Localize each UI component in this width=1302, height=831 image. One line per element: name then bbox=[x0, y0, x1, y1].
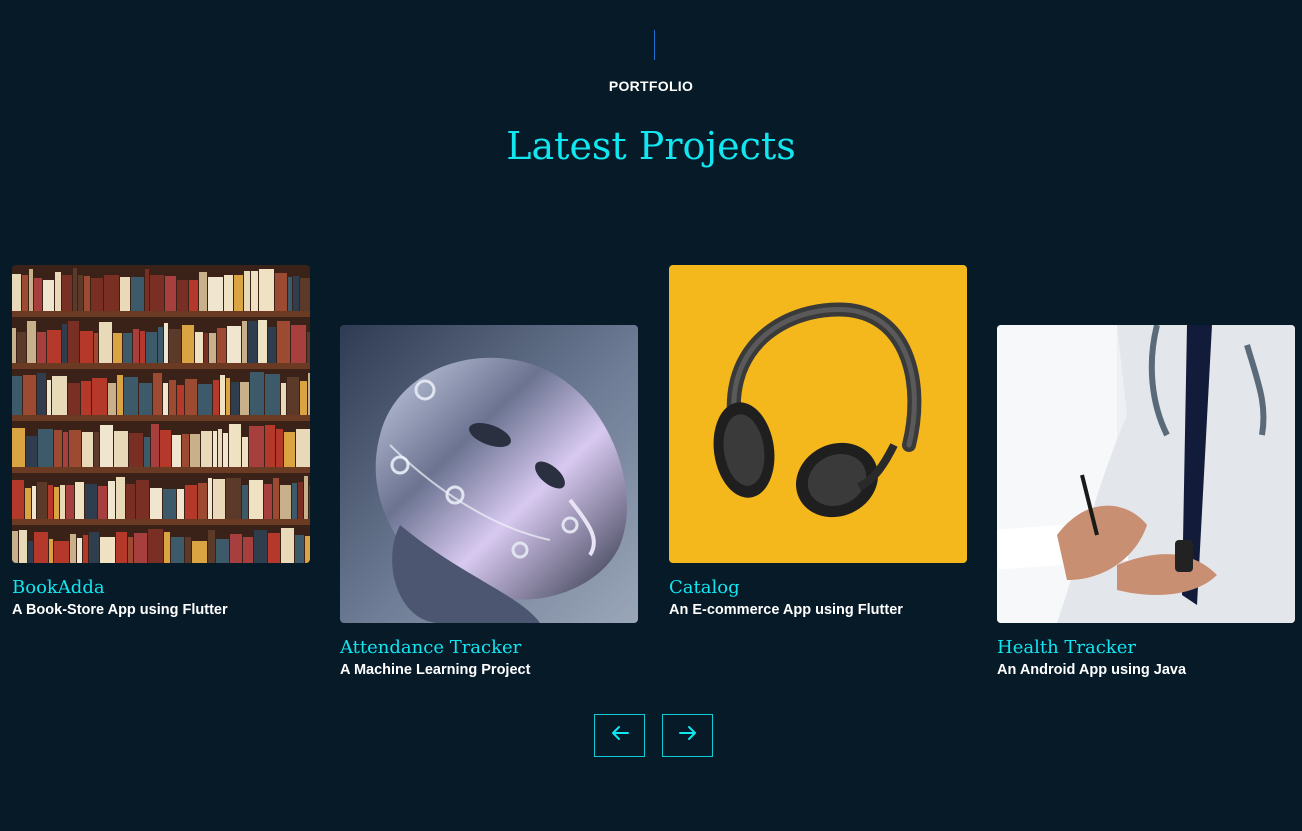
project-image-bookshelf[interactable] bbox=[12, 265, 310, 563]
project-image-headphones[interactable] bbox=[669, 265, 967, 563]
arrow-right-icon bbox=[678, 725, 697, 746]
project-title[interactable]: Attendance Tracker bbox=[340, 637, 638, 659]
section-title: Latest Projects bbox=[506, 124, 796, 168]
section-divider-line bbox=[654, 30, 655, 60]
section-eyebrow: PORTFOLIO bbox=[608, 78, 694, 94]
carousel-prev-button[interactable] bbox=[594, 714, 645, 757]
project-subtitle: A Machine Learning Project bbox=[340, 662, 531, 678]
project-subtitle: An E-commerce App using Flutter bbox=[669, 602, 903, 618]
arrow-left-icon bbox=[611, 725, 629, 746]
project-subtitle: An Android App using Java bbox=[997, 662, 1187, 678]
portfolio-section: PORTFOLIO Latest Projects BookAdda A Boo… bbox=[0, 0, 1302, 831]
carousel-next-button[interactable] bbox=[662, 714, 713, 757]
project-title[interactable]: Catalog bbox=[669, 577, 967, 599]
project-title[interactable]: Health Tracker bbox=[997, 637, 1295, 659]
project-card-health-tracker[interactable]: Health Tracker An Android App using Java bbox=[997, 325, 1295, 680]
project-card-attendance-tracker[interactable]: Attendance Tracker A Machine Learning Pr… bbox=[340, 325, 638, 680]
project-image-robot-head[interactable] bbox=[340, 325, 638, 623]
project-card-catalog[interactable]: Catalog An E-commerce App using Flutter bbox=[669, 265, 967, 620]
project-title[interactable]: BookAdda bbox=[12, 577, 310, 599]
project-subtitle: A Book-Store App using Flutter bbox=[12, 602, 228, 618]
project-card-bookadda[interactable]: BookAdda A Book-Store App using Flutter bbox=[12, 265, 310, 620]
project-image-doctor[interactable] bbox=[997, 325, 1295, 623]
